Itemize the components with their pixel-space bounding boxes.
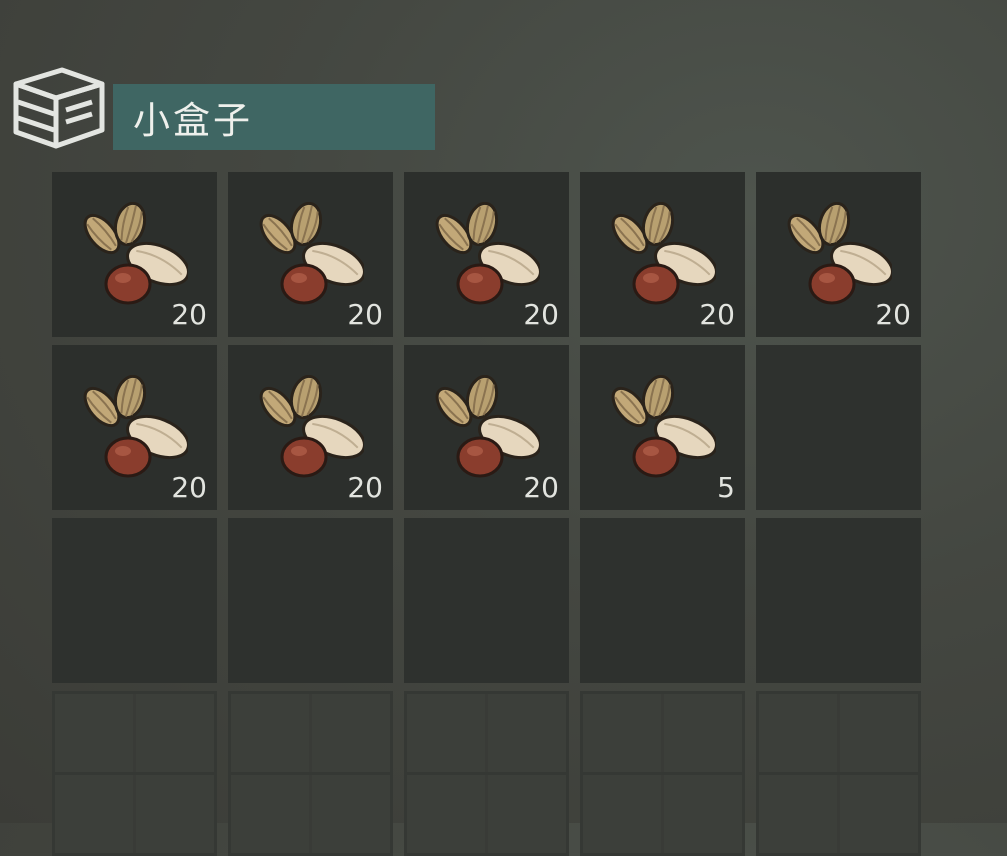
item-count: 20 <box>347 298 383 331</box>
inventory-slot[interactable]: 20 <box>52 172 217 337</box>
item-count: 20 <box>523 471 559 504</box>
inventory-slot[interactable]: 20 <box>404 172 569 337</box>
inventory-slot-locked[interactable] <box>404 691 569 856</box>
container-title: 小盒子 <box>113 84 435 150</box>
seeds-icon <box>78 375 188 480</box>
item-count: 20 <box>875 298 911 331</box>
inventory-slot-empty[interactable] <box>580 518 745 683</box>
inventory-slot-empty[interactable] <box>52 518 217 683</box>
container-header: 小盒子 <box>10 66 440 156</box>
item-count: 20 <box>171 298 207 331</box>
item-count: 20 <box>171 471 207 504</box>
inventory-slot[interactable]: 20 <box>580 172 745 337</box>
seeds-icon <box>606 202 716 307</box>
inventory-slot-locked[interactable] <box>52 691 217 856</box>
seeds-icon <box>430 202 540 307</box>
item-count: 20 <box>523 298 559 331</box>
seeds-icon <box>606 375 716 480</box>
inventory-slot-empty[interactable] <box>228 518 393 683</box>
item-count: 20 <box>699 298 735 331</box>
inventory-slot[interactable]: 20 <box>756 172 921 337</box>
inventory-slot-locked[interactable] <box>228 691 393 856</box>
item-count: 5 <box>717 471 735 504</box>
inventory-slot-empty[interactable] <box>404 518 569 683</box>
inventory-slot[interactable]: 20 <box>404 345 569 510</box>
inventory-slot[interactable]: 5 <box>580 345 745 510</box>
item-count: 20 <box>347 471 383 504</box>
inventory-slot[interactable]: 20 <box>228 345 393 510</box>
seeds-icon <box>78 202 188 307</box>
inventory-slot-locked[interactable] <box>580 691 745 856</box>
inventory-slot[interactable]: 20 <box>52 345 217 510</box>
inventory-grid: 20 20 20 20 20 20 20 20 5 <box>52 172 922 856</box>
inventory-slot-locked[interactable] <box>756 691 921 856</box>
seeds-icon <box>254 202 364 307</box>
seeds-icon <box>782 202 892 307</box>
seeds-icon <box>254 375 364 480</box>
inventory-slot-empty[interactable] <box>756 518 921 683</box>
inventory-slot-empty[interactable] <box>756 345 921 510</box>
crate-icon <box>13 67 105 149</box>
seeds-icon <box>430 375 540 480</box>
inventory-slot[interactable]: 20 <box>228 172 393 337</box>
